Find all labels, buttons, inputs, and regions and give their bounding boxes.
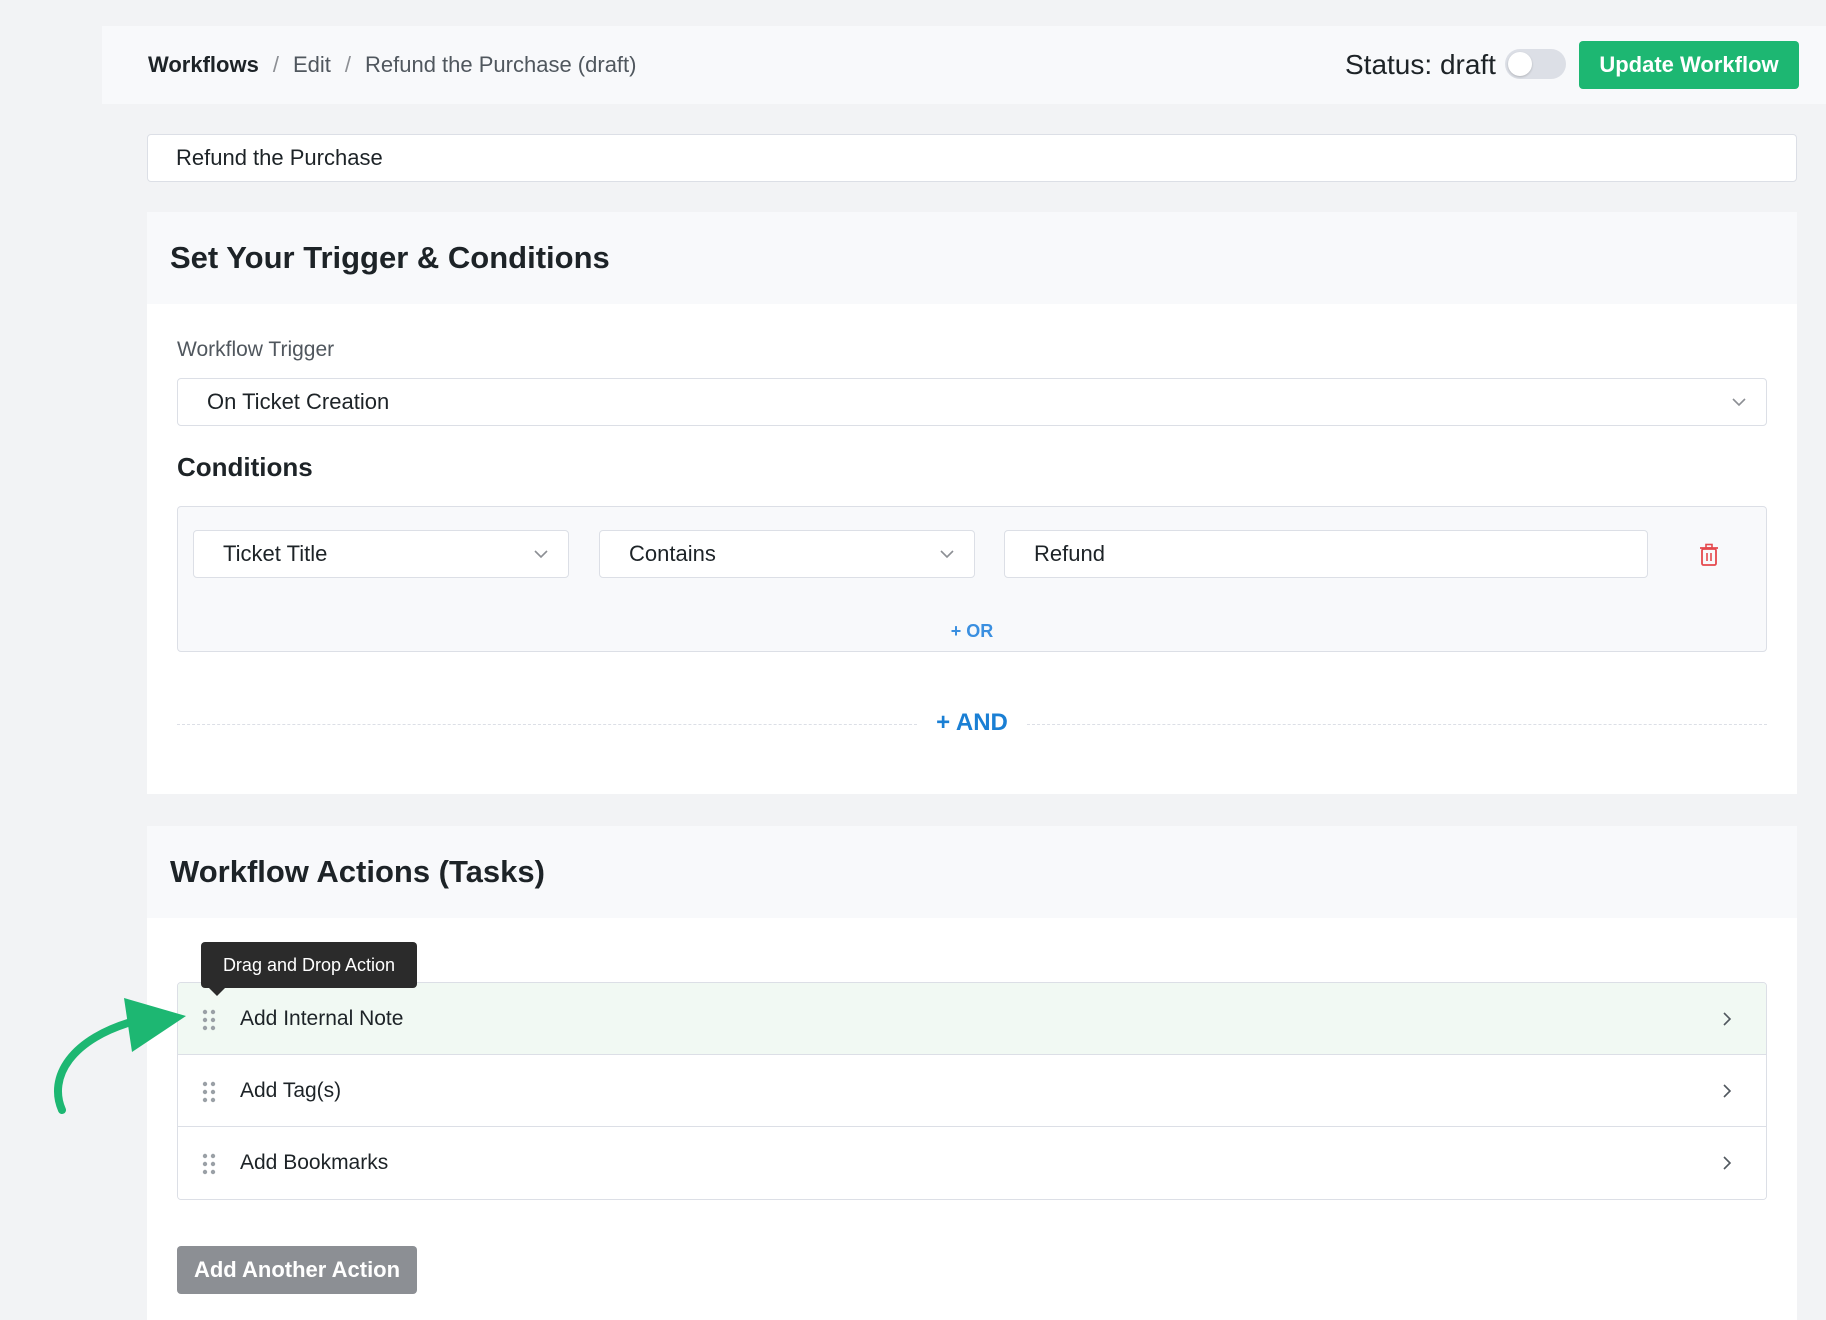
chevron-right-icon[interactable] [1720, 1010, 1734, 1028]
action-item-add-tags[interactable]: Add Tag(s) [178, 1055, 1766, 1127]
action-label: Add Bookmarks [240, 1151, 389, 1174]
trigger-section-title: Set Your Trigger & Conditions [147, 212, 1797, 304]
breadcrumb: Workflows / Edit / Refund the Purchase (… [148, 26, 636, 104]
actions-section-title: Workflow Actions (Tasks) [147, 826, 1797, 918]
trigger-conditions-card: Set Your Trigger & Conditions Workflow T… [147, 212, 1797, 794]
actions-list: Add Internal Note Add Tag(s) Add Bookmar… [177, 982, 1767, 1200]
action-label: Add Tag(s) [240, 1078, 342, 1102]
add-another-action-button[interactable]: Add Another Action [177, 1246, 417, 1294]
tooltip-pointer [209, 988, 225, 996]
breadcrumb-workflows-link[interactable]: Workflows [148, 52, 259, 78]
and-divider: + AND [177, 709, 1767, 739]
action-item-add-internal-note[interactable]: Add Internal Note [178, 983, 1766, 1055]
drag-handle-icon[interactable] [201, 1153, 217, 1175]
top-header: Workflows / Edit / Refund the Purchase (… [102, 26, 1826, 104]
update-workflow-button[interactable]: Update Workflow [1579, 41, 1799, 89]
drag-handle-icon[interactable] [201, 1009, 217, 1031]
condition-operator-select[interactable]: Contains [599, 530, 975, 578]
workflow-name-input[interactable]: Refund the Purchase [147, 134, 1797, 182]
condition-field-select[interactable]: Ticket Title [193, 530, 569, 578]
action-item-add-bookmarks[interactable]: Add Bookmarks [178, 1127, 1766, 1199]
workflow-trigger-value: On Ticket Creation [207, 389, 390, 414]
status-toggle[interactable] [1505, 49, 1566, 79]
chevron-right-icon[interactable] [1720, 1154, 1734, 1172]
workflow-actions-card: Workflow Actions (Tasks) Add Internal No… [147, 826, 1797, 1320]
tooltip-text: Drag and Drop Action [222, 954, 396, 975]
add-and-condition-button[interactable]: + AND [177, 709, 1767, 737]
chevron-down-icon [534, 550, 548, 559]
drag-handle-icon[interactable] [201, 1081, 217, 1103]
annotation-arrow-icon [54, 998, 186, 1114]
trash-icon[interactable] [1698, 543, 1720, 567]
breadcrumb-separator: / [272, 52, 279, 77]
breadcrumb-separator: / [344, 52, 351, 77]
condition-value-text: Refund [1034, 541, 1105, 566]
workflow-trigger-label: Workflow Trigger [177, 338, 335, 361]
status-label: Status: draft [1345, 49, 1496, 80]
add-or-condition-button[interactable]: + OR [178, 621, 1766, 642]
condition-value-input[interactable]: Refund [1004, 530, 1648, 578]
chevron-right-icon[interactable] [1720, 1082, 1734, 1100]
toggle-knob [1508, 52, 1532, 76]
breadcrumb-current: Refund the Purchase (draft) [365, 52, 637, 77]
condition-group: Ticket Title Contains Refund + OR [177, 506, 1767, 652]
workflow-trigger-select[interactable]: On Ticket Creation [177, 378, 1767, 426]
action-label: Add Internal Note [240, 1006, 404, 1030]
conditions-title: Conditions [177, 452, 313, 482]
chevron-down-icon [1732, 398, 1746, 407]
breadcrumb-edit: Edit [292, 52, 331, 77]
condition-field-value: Ticket Title [223, 541, 328, 566]
drag-drop-tooltip: Drag and Drop Action [201, 942, 417, 996]
chevron-down-icon [940, 550, 954, 559]
condition-operator-value: Contains [629, 541, 716, 566]
